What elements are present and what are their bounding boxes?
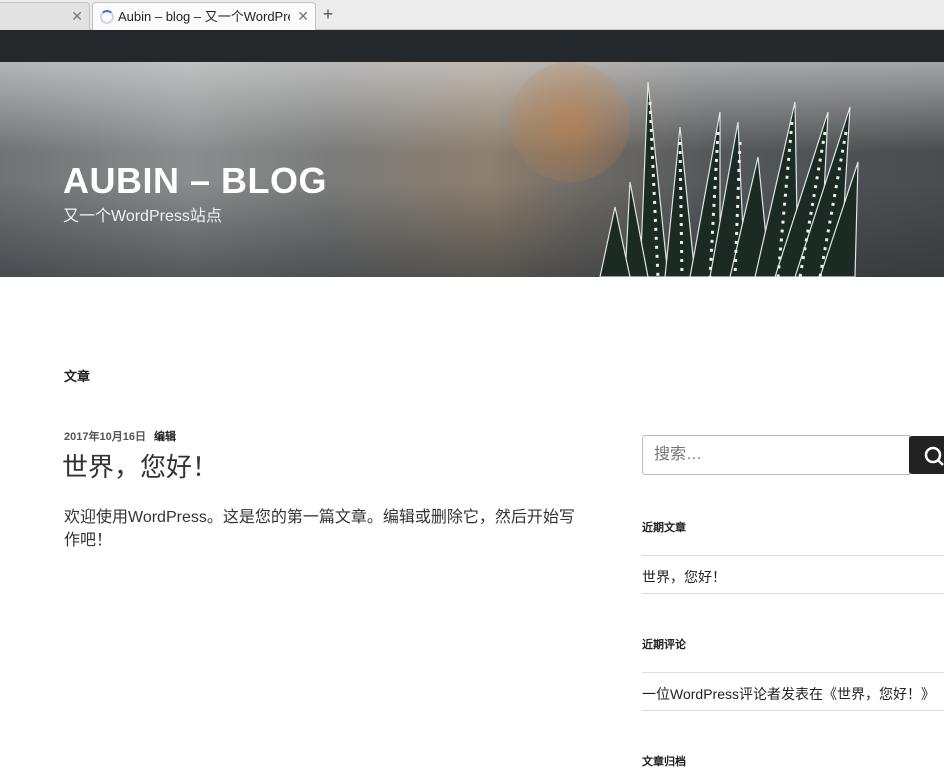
- search-icon: [924, 446, 944, 466]
- recent-comment-link[interactable]: 一位WordPress评论者发表在《世界，您好！》: [642, 684, 935, 704]
- admin-bar: [0, 30, 944, 62]
- edit-link[interactable]: 编辑: [154, 431, 176, 443]
- divider: [642, 710, 944, 711]
- post-title-link[interactable]: 世界，您好！: [62, 447, 218, 484]
- close-icon[interactable]: ✕: [71, 8, 83, 24]
- divider: [642, 593, 944, 594]
- site-description: 又一个WordPress站点: [63, 208, 222, 225]
- post-excerpt: 欢迎使用WordPress。这是您的第一篇文章。编辑或删除它，然后开始写作吧！: [64, 509, 575, 549]
- search-button[interactable]: [909, 436, 944, 474]
- close-icon[interactable]: ✕: [297, 8, 309, 24]
- site-title[interactable]: AUBIN – BLOG: [63, 160, 327, 202]
- new-tab-button[interactable]: +: [319, 5, 337, 23]
- recent-comments-title: 近期评论: [642, 639, 686, 651]
- browser-tab-bar: ✕ Aubin – blog – 又一个WordPress站点 ✕ +: [0, 0, 944, 31]
- site-header: AUBIN – BLOG 又一个WordPress站点: [0, 62, 944, 277]
- loading-spinner-icon: [100, 10, 114, 24]
- recent-post-link[interactable]: 世界，您好！: [642, 567, 726, 587]
- recent-posts-title: 近期文章: [642, 522, 686, 534]
- header-plant-image: [599, 81, 859, 277]
- archives-title: 文章归档: [642, 756, 686, 768]
- tab-title: Aubin – blog – 又一个WordPress站点: [118, 9, 290, 24]
- post-date-link[interactable]: 2017年10月16日: [64, 431, 146, 443]
- search-input[interactable]: [642, 435, 910, 475]
- browser-tab-active[interactable]: Aubin – blog – 又一个WordPress站点 ✕: [92, 2, 316, 31]
- browser-tab[interactable]: ✕: [0, 2, 90, 30]
- post-meta: 2017年10月16日 编辑: [64, 428, 176, 444]
- page-title: 文章: [64, 369, 91, 384]
- divider: [642, 555, 944, 556]
- divider: [642, 672, 944, 673]
